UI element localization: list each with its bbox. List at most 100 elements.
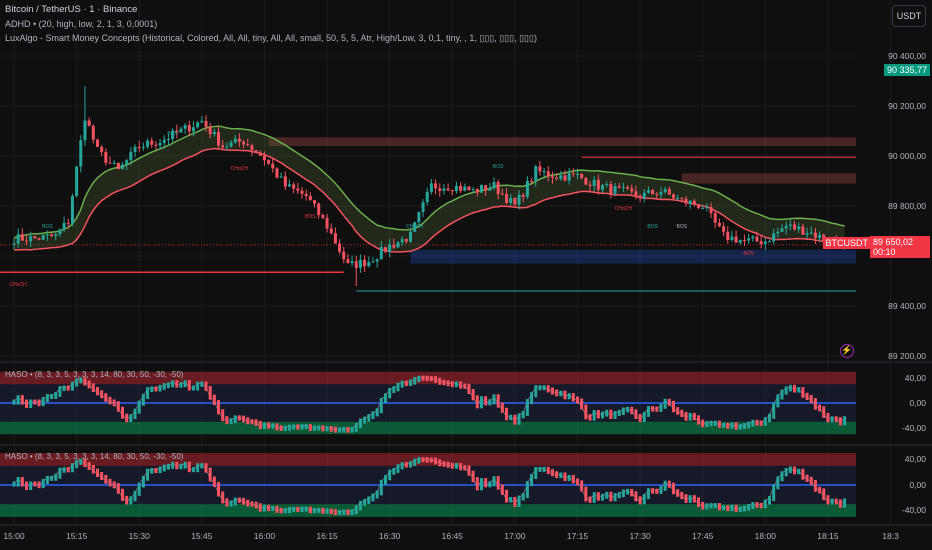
candle-body: [575, 173, 579, 175]
haso-legend-2[interactable]: HASO • (8, 3, 3, 5, 3, 3, 3, 14, 80, 30,…: [5, 452, 183, 461]
haso-legend-1[interactable]: HASO • (8, 3, 3, 5, 3, 3, 3, 14, 80, 30,…: [5, 370, 183, 379]
candle-body: [659, 191, 663, 195]
oscillator-bar: [575, 396, 579, 404]
candle-body: [530, 180, 534, 182]
oscillator-bar: [838, 499, 842, 508]
oscillator-bar: [730, 504, 734, 512]
price-chart[interactable]: [0, 0, 932, 550]
oscillator-bar: [104, 474, 108, 484]
candle-body: [688, 200, 692, 204]
candle-body: [300, 190, 304, 194]
adhd-indicator-legend[interactable]: ADHD • (20, high, low, 2, 1, 3, 0,0001): [5, 19, 157, 29]
candle-body: [722, 226, 726, 232]
time-axis-label: 17:15: [566, 531, 589, 541]
oscillator-bar: [726, 505, 730, 512]
oscillator-bar: [822, 406, 826, 418]
oscillator-bar: [450, 381, 454, 388]
oscillator-bar: [780, 389, 784, 400]
oscillator-bar: [717, 503, 721, 511]
candle-body: [275, 168, 279, 178]
oscillator-bar: [179, 463, 183, 470]
smc-label: BOS: [492, 163, 504, 170]
oscillator-bar: [450, 462, 454, 469]
oscillator-bar: [141, 393, 145, 406]
oscillator-bar: [563, 472, 567, 482]
oscillator-bar: [425, 375, 429, 382]
oscillator-bar: [780, 471, 784, 482]
oscillator-bar: [191, 385, 195, 391]
oscillator-bar: [588, 496, 592, 503]
oscillator-bar: [521, 493, 525, 501]
candle-body: [212, 131, 216, 135]
candle-body: [350, 261, 354, 264]
lightning-alert-icon[interactable]: ⚡: [840, 344, 854, 358]
candle-body: [112, 162, 116, 164]
time-axis-label: 15:00: [3, 531, 25, 541]
oscillator-bar: [584, 404, 588, 420]
oscillator-bar: [488, 399, 492, 406]
oscillator-bar: [367, 496, 371, 504]
oscillator-bar: [358, 418, 362, 429]
candle-body: [525, 180, 529, 197]
time-axis-label: 18:15: [817, 531, 839, 541]
oscillator-bar: [338, 509, 342, 516]
oscillator-bar: [484, 396, 488, 406]
oscillator-bar: [121, 488, 125, 501]
oscillator-bar: [137, 482, 141, 496]
oscillator-bar: [196, 463, 200, 473]
candle-body: [630, 188, 634, 192]
oscillator-bar: [513, 496, 517, 508]
candle-body: [534, 166, 538, 182]
oscillator-bar: [788, 384, 792, 392]
oscillator-bar: [793, 384, 797, 393]
oscillator-bar: [667, 480, 671, 488]
candle-body: [601, 185, 605, 190]
oscillator-bar: [150, 386, 154, 393]
oscillator-bar: [471, 470, 475, 483]
candle-body: [463, 186, 467, 191]
oscillator-bar: [212, 476, 216, 487]
oscillator-bar: [367, 414, 371, 422]
oscillator-bar: [91, 464, 95, 474]
candle-body: [383, 247, 387, 252]
supply-zone: [681, 173, 856, 184]
oscillator-bar: [262, 504, 266, 512]
oscillator-bar: [12, 481, 16, 487]
smc-label: BOS: [743, 251, 754, 257]
oscillator-bar: [383, 393, 387, 403]
oscillator-bar: [843, 498, 847, 508]
osc1-axis-label: 40,00: [904, 373, 926, 383]
oscillator-bar: [550, 387, 554, 395]
oscillator-bar: [500, 484, 504, 495]
oscillator-bar: [767, 496, 771, 505]
candle-body: [250, 145, 254, 151]
oscillator-bar: [350, 426, 354, 433]
time-axis-label: 17:45: [692, 531, 714, 541]
candle-body: [709, 207, 713, 214]
oscillator-bar: [838, 417, 842, 426]
oscillator-bar: [459, 462, 463, 471]
oscillator-bar: [818, 486, 822, 494]
oscillator-bar: [563, 390, 567, 400]
currency-button[interactable]: USDT: [892, 5, 926, 27]
candle-body: [179, 128, 183, 133]
oscillator-bar: [705, 503, 709, 510]
oscillator-bar: [409, 461, 413, 468]
candle-body: [321, 215, 325, 218]
oscillator-bar: [371, 493, 375, 502]
candle-body: [166, 139, 170, 141]
candle-body: [108, 162, 112, 164]
candle-body: [713, 213, 717, 223]
candle-body: [204, 120, 208, 127]
oscillator-bar: [471, 388, 475, 401]
candle-body: [555, 177, 559, 179]
oscillator-bar: [100, 390, 104, 399]
oscillator-bar: [434, 457, 438, 465]
oscillator-bar: [292, 424, 296, 430]
oscillator-bar: [254, 419, 258, 426]
oscillator-bar: [283, 425, 287, 431]
oscillator-bar: [108, 478, 112, 487]
oscillator-bar: [41, 397, 45, 407]
smc-indicator-legend[interactable]: LuxAlgo - Smart Money Concepts (Historic…: [5, 33, 537, 44]
candle-body: [496, 182, 500, 194]
